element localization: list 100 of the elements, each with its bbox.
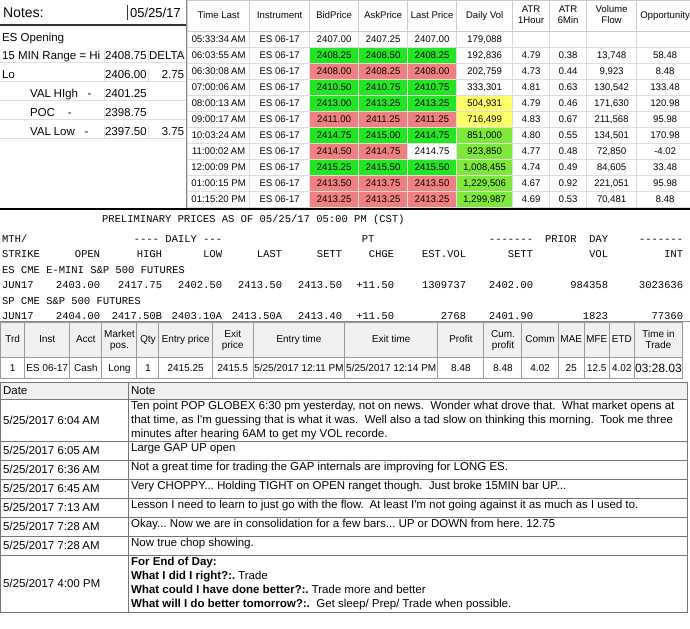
price-cell: 851,000 [456,128,512,144]
notes-value: 2408.75 [104,50,148,62]
table-cell-text: +11.50 [355,280,394,292]
price-cell: 2413.50 [408,176,456,192]
price-cell: 2408.00 [408,64,456,80]
price-cell: 2414.75 [310,128,358,144]
table-cell: 25 [558,358,584,378]
table-cell [512,32,550,48]
column-header: Note [128,382,688,400]
table-cell: 0.46 [550,96,586,112]
table-cell-text: 1309737 [420,280,466,292]
column-header: Opportunity [636,0,690,32]
table-cell-text: 3023636 [638,280,683,292]
table-cell-text: 2413.50 [236,280,282,292]
note-text: Okay... Now we are in consolidation for a few bars... UP or DOWN from here. 12.75 [131,518,556,532]
column-header: CHGE [368,249,394,261]
note-text: Now true chop showing. [131,537,255,552]
column-header: INT [663,249,683,261]
price-cell: 202,759 [456,64,512,80]
table-cell: 05:33:34 AM [188,32,250,48]
price-cell: 2415.00 [358,128,408,144]
table-cell: 06:30:08 AM [188,64,250,80]
group-header: ---- DAILY --- [132,234,222,246]
table-cell: ES 06-17 [250,192,310,208]
table-cell: 2415.5 [212,358,254,378]
column-header: Exit price [212,322,254,358]
column-header: Cum. profit [484,322,522,358]
price-cell: 2414.50 [310,144,358,160]
price-cell: 2410.75 [358,80,408,96]
table-cell: ES 06-17 [250,144,310,160]
price-cell: 2407.00 [310,32,358,48]
price-cell: 2415.50 [358,160,408,176]
table-cell-text: 2404.00 [54,311,100,323]
price-cell: 2411.00 [310,112,358,128]
notes-value: 2398.75 [104,107,148,119]
notes-extra: 2.75 [148,69,186,81]
price-cell: 2413.25 [310,192,358,208]
price-cell: 1,008,455 [456,160,512,176]
date-cell: 5/25/2017 7:13 AM [0,498,128,518]
notes-label: VAL HIgh - [29,88,92,100]
table-cell: 4.83 [512,112,550,128]
column-header: Date [0,382,128,400]
column-header: SETT [316,249,342,261]
table-cell: 4.02 [522,358,558,378]
notes-date: 05/25/17 [127,4,186,20]
note-text: What could I have done better?:. Trade more and better [131,584,427,598]
table-cell: 4.69 [512,192,550,208]
table-cell: ES 06-17 [250,112,310,128]
price-cell: 2408.50 [358,48,408,64]
table-cell: 4.79 [512,48,550,64]
table-cell: 0.53 [550,192,586,208]
price-cell: 192,836 [456,48,512,64]
price-cell: 2407.00 [408,32,456,48]
table-cell-text: 984358 [569,280,608,292]
group-header: ------- [638,234,683,246]
column-header: MAE [558,322,584,358]
column-header: ATR 6Min [550,0,586,32]
table-cell: 4.77 [512,144,550,160]
table-cell: 12.5 [584,358,610,378]
table-cell-text: 2413.40 [296,311,342,323]
table-cell: 1 [0,358,25,378]
table-cell: 0.38 [550,48,586,64]
table-cell [550,32,586,48]
column-header: Acct [70,322,102,358]
note-text: For End of Day: [131,556,218,570]
table-cell: ES 06-17 [250,80,310,96]
table-cell: 07:00:06 AM [188,80,250,96]
price-cell: 2410.75 [408,80,456,96]
column-header: ETD [609,322,634,358]
section-title: SP CME S&P 500 FUTURES [2,296,142,308]
table-cell: ES 06-17 [24,358,70,378]
date-cell: 5/25/2017 7:28 AM [0,536,128,556]
table-cell: Long [102,358,137,378]
table-cell: 4.67 [512,176,550,192]
price-cell: 2408.25 [310,48,358,64]
table-cell: 5/25/2017 12:14 PM [344,358,438,378]
table-cell: 8.48 [438,358,484,378]
table-cell: ES 06-17 [250,48,310,64]
date-cell: 5/25/2017 6:05 AM [0,442,128,461]
column-header: ATR 1Hour [512,0,550,32]
notes-label: Lo [1,69,16,81]
notes-label: ES Opening [1,32,66,44]
table-cell-text: 2402.50 [176,280,222,292]
table-cell-text: JUN17 [2,311,35,323]
table-cell: 4.02 [609,358,634,378]
table-cell: 06:03:55 AM [188,48,250,64]
table-cell-text: 2417.75 [116,280,162,292]
column-header: Time Last [188,0,250,32]
column-header: LOW [202,249,222,261]
column-header: OPEN [74,249,100,261]
table-cell: ES 06-17 [250,32,310,48]
table-cell-text: +11.50 [355,311,394,323]
price-cell: 2411.25 [408,112,456,128]
table-cell: 01:15:20 PM [188,192,250,208]
price-cell: 2413.75 [358,176,408,192]
price-cell: 2413.50 [310,176,358,192]
table-cell: 4.73 [512,64,550,80]
notes-value: 2397.50 [104,126,148,138]
price-cell: 1,299,987 [456,192,512,208]
notes-label: 15 MIN Range = Hi [1,50,102,62]
